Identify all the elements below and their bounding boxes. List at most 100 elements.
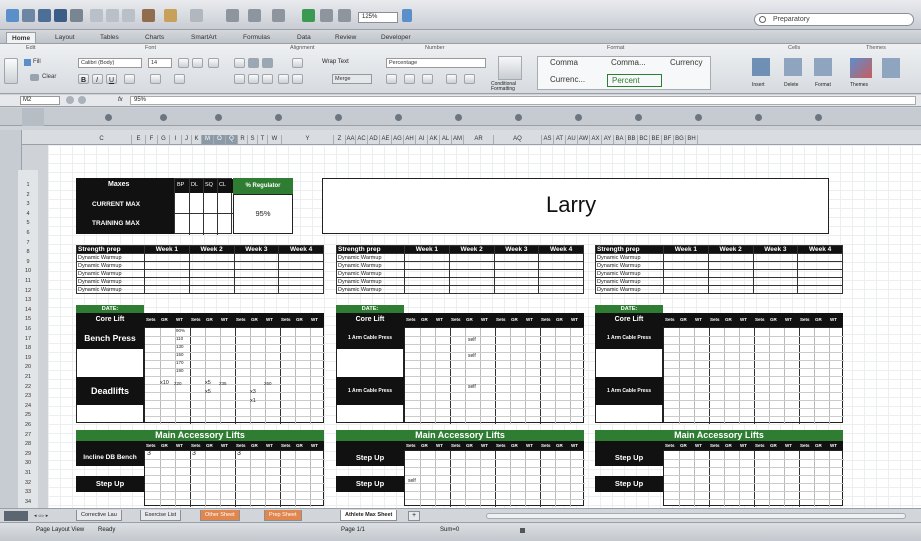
warmup-cell[interactable] [797, 269, 843, 278]
column-header[interactable]: AI [416, 135, 428, 144]
tab-tables[interactable]: Tables [95, 32, 124, 43]
column-header[interactable]: AU [566, 135, 578, 144]
warmup-cell[interactable] [144, 269, 190, 278]
templates-icon[interactable] [22, 9, 35, 22]
row-header[interactable]: 31 [18, 470, 38, 476]
filter-icon[interactable] [272, 9, 285, 22]
lift-name-step-up[interactable]: Step Up [336, 450, 404, 466]
warmup-cell[interactable] [278, 277, 324, 286]
row-header[interactable]: 30 [18, 460, 38, 466]
column-header[interactable]: AH [404, 135, 416, 144]
row-header[interactable]: 24 [18, 403, 38, 409]
column-header[interactable]: AA [346, 135, 356, 144]
deadlift-reps[interactable]: x5 [205, 380, 211, 386]
bench-value[interactable]: 130 [176, 344, 184, 349]
lift-name-step-up[interactable]: Step Up [595, 450, 663, 466]
lift-name-step-up[interactable]: Step Up [336, 476, 404, 492]
italic-button[interactable]: I [92, 74, 103, 84]
warmup-cell[interactable] [538, 285, 584, 294]
warmup-cell[interactable] [404, 261, 450, 270]
column-header[interactable]: BE [650, 135, 662, 144]
bench-value[interactable]: 170 [176, 360, 184, 365]
tab-smartart[interactable]: SmartArt [186, 32, 222, 43]
row-header[interactable]: 34 [18, 499, 38, 505]
autosum-icon[interactable] [226, 9, 239, 22]
font-size-select[interactable]: 14 [148, 58, 172, 68]
fill-button[interactable]: Fill [33, 59, 41, 65]
column-header[interactable]: AR [464, 135, 494, 144]
deadlift-reps[interactable]: x1 [250, 398, 256, 404]
sort-icon[interactable] [248, 9, 261, 22]
incline-reps[interactable]: 3 [192, 450, 196, 457]
delete-cells-icon[interactable] [784, 58, 802, 76]
warmup-cell[interactable] [707, 269, 754, 278]
column-header[interactable]: AG [392, 135, 404, 144]
shrink-font-button[interactable] [192, 58, 203, 68]
warmup-cell[interactable] [707, 253, 754, 262]
column-header[interactable]: AM [452, 135, 464, 144]
view-toggle-icon[interactable] [4, 511, 28, 521]
borders-button[interactable] [124, 74, 135, 84]
wrap-text-button[interactable]: Wrap Text [322, 59, 349, 65]
indent-increase-button[interactable] [292, 74, 303, 84]
warmup-cell[interactable] [493, 277, 540, 286]
zoom-field[interactable]: 125% [358, 12, 398, 23]
row-header[interactable]: 5 [18, 220, 38, 226]
warmup-cell[interactable] [448, 269, 495, 278]
warmup-cell[interactable] [752, 269, 799, 278]
row-header[interactable]: 28 [18, 441, 38, 447]
row-header[interactable]: 32 [18, 480, 38, 486]
align-left-button[interactable] [234, 58, 245, 68]
clear-button[interactable]: Clear [42, 74, 56, 80]
style-comma[interactable]: Comma [546, 57, 578, 70]
row-header[interactable]: 3 [18, 201, 38, 207]
grow-font-button[interactable] [178, 58, 189, 68]
cancel-formula-icon[interactable] [66, 96, 74, 104]
column-header[interactable]: BA [614, 135, 626, 144]
warmup-cell[interactable] [538, 277, 584, 286]
formula-input[interactable]: 95% [130, 96, 916, 105]
warmup-cell[interactable] [188, 269, 235, 278]
media-icon[interactable] [338, 9, 351, 22]
justify-center-button[interactable] [248, 74, 259, 84]
deadlift-weight[interactable]: 260 [264, 381, 272, 386]
deadlift-weight[interactable]: 220 [174, 381, 182, 386]
self-note[interactable]: self [468, 384, 476, 390]
column-header[interactable]: S [248, 135, 258, 144]
accept-formula-icon[interactable] [78, 96, 86, 104]
warmup-cell[interactable] [797, 277, 843, 286]
style-currency[interactable]: Currency [666, 57, 702, 70]
warmup-cell[interactable] [404, 269, 450, 278]
self-note[interactable]: self [468, 353, 476, 359]
column-header[interactable]: K [192, 135, 202, 144]
insert-cells-icon[interactable] [752, 58, 770, 76]
undo-icon[interactable] [164, 9, 177, 22]
row-header[interactable]: 27 [18, 432, 38, 438]
help-icon[interactable] [402, 9, 412, 22]
column-header[interactable]: AS [542, 135, 554, 144]
warmup-cell[interactable] [233, 269, 280, 278]
theme-fonts-icon[interactable] [882, 58, 900, 78]
bench-value[interactable]: 110 [176, 336, 183, 341]
lift-name-cable-press[interactable]: 1 Arm Cable Press [595, 327, 663, 349]
row-header[interactable]: 15 [18, 316, 38, 322]
column-header[interactable]: Z [334, 135, 346, 144]
warmup-cell[interactable] [233, 261, 280, 270]
redo-icon[interactable] [190, 9, 203, 22]
horizontal-scrollbar[interactable] [486, 513, 906, 519]
column-header[interactable]: BC [638, 135, 650, 144]
comma-style-button[interactable] [422, 74, 433, 84]
row-header[interactable]: 2 [18, 192, 38, 198]
row-header[interactable]: 6 [18, 230, 38, 236]
regulator-value-cell[interactable]: 95% [233, 194, 293, 234]
column-header[interactable]: AQ [494, 135, 542, 144]
warmup-cell[interactable] [404, 285, 450, 294]
row-header[interactable]: 8 [18, 249, 38, 255]
warmup-cell[interactable] [752, 253, 799, 262]
lift-name-deadlifts[interactable]: Deadlifts [76, 377, 144, 405]
warmup-cell[interactable] [448, 253, 495, 262]
percent-button[interactable] [404, 74, 415, 84]
row-header[interactable]: 10 [18, 268, 38, 274]
warmup-cell[interactable] [663, 269, 709, 278]
column-header[interactable]: AT [554, 135, 566, 144]
